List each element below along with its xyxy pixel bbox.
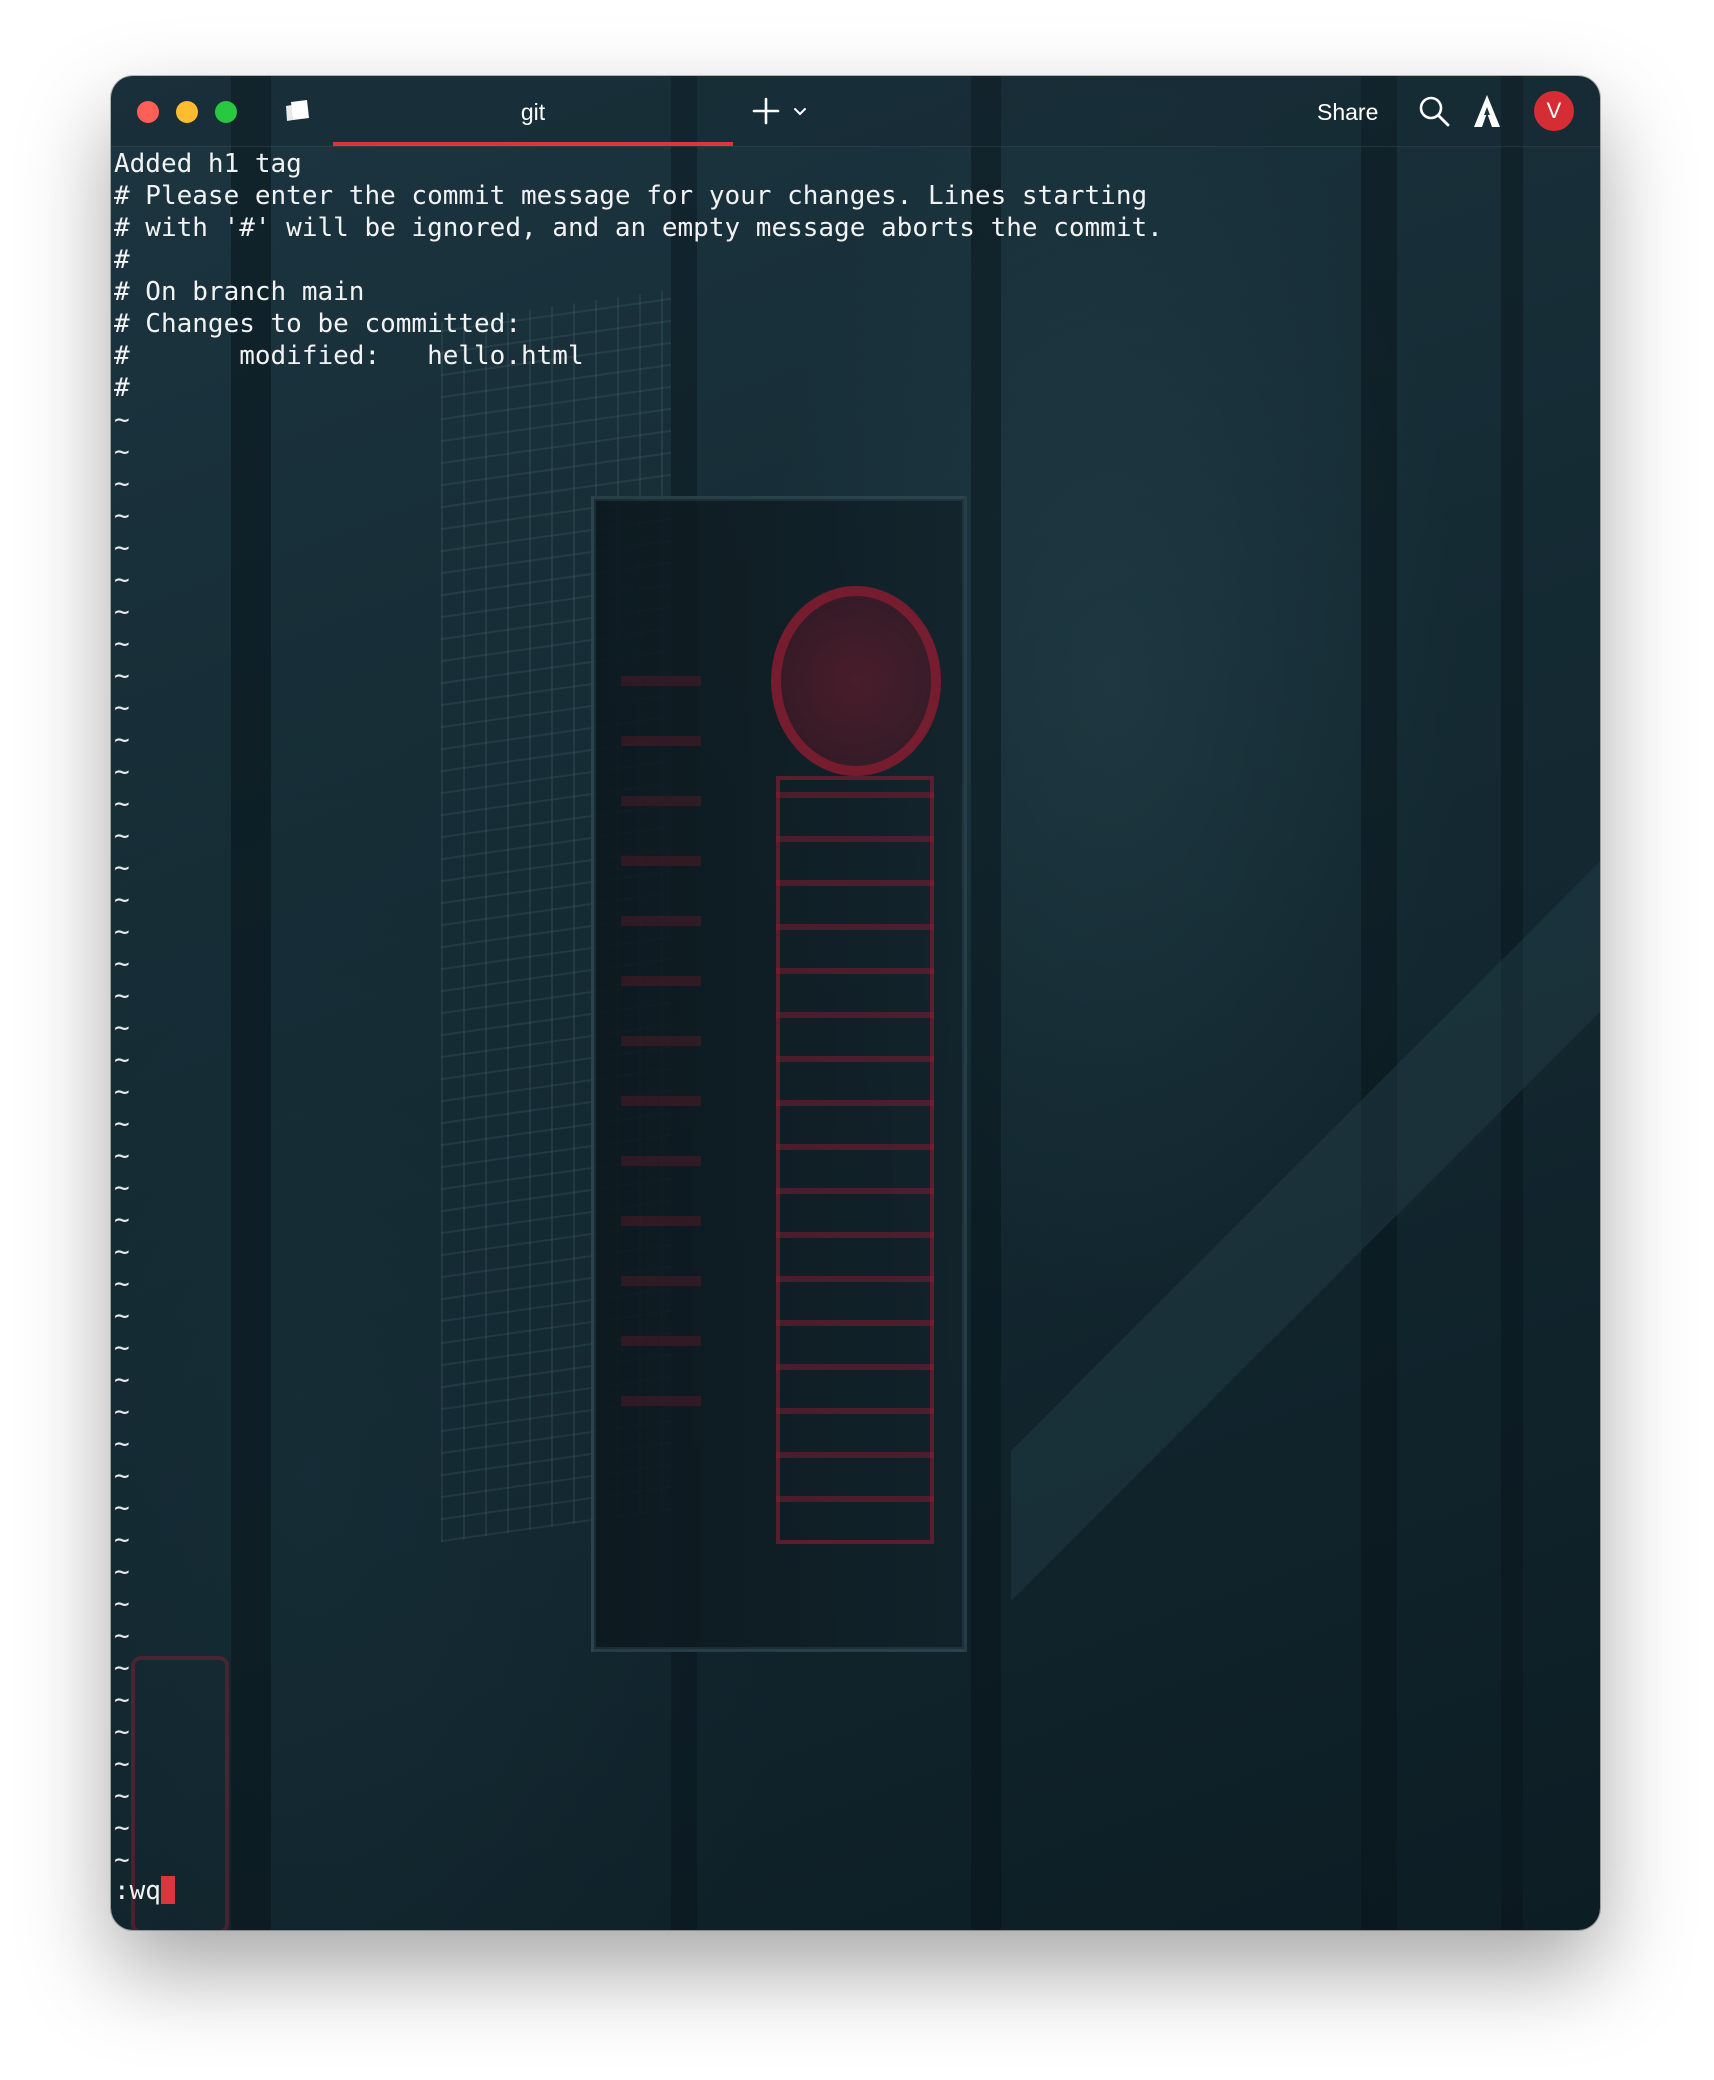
- comment-line: #: [114, 245, 130, 275]
- empty-line-marker: ~: [114, 1845, 130, 1875]
- minimize-icon[interactable]: [176, 101, 198, 123]
- empty-line-marker: ~: [114, 1813, 130, 1843]
- empty-line-marker: ~: [114, 1621, 130, 1651]
- close-icon[interactable]: [137, 101, 159, 123]
- cursor: [160, 1876, 175, 1904]
- empty-line-marker: ~: [114, 1525, 130, 1555]
- terminal-window: git Share V Added h1 tag # Please enter …: [111, 76, 1600, 1930]
- search-icon[interactable]: [1417, 94, 1451, 128]
- empty-line-marker: ~: [114, 949, 130, 979]
- avatar[interactable]: V: [1534, 91, 1574, 131]
- empty-line-marker: ~: [114, 565, 130, 595]
- comment-line: # Changes to be committed:: [114, 309, 521, 339]
- empty-line-marker: ~: [114, 1205, 130, 1235]
- empty-line-marker: ~: [114, 533, 130, 563]
- comment-line: # modified: hello.html: [114, 341, 584, 371]
- empty-line-marker: ~: [114, 1173, 130, 1203]
- title-bar: git Share V: [111, 76, 1600, 147]
- empty-line-marker: ~: [114, 437, 130, 467]
- command-text: :wq: [114, 1876, 161, 1906]
- empty-line-marker: ~: [114, 1301, 130, 1331]
- chevron-down-icon[interactable]: [791, 102, 809, 120]
- empty-line-marker: ~: [114, 1365, 130, 1395]
- empty-line-marker: ~: [114, 1461, 130, 1491]
- empty-line-marker: ~: [114, 1557, 130, 1587]
- empty-line-marker: ~: [114, 789, 130, 819]
- warp-ai-icon[interactable]: [1472, 93, 1502, 129]
- empty-line-marker: ~: [114, 469, 130, 499]
- active-tab-indicator: [333, 142, 733, 146]
- comment-line: #: [114, 373, 130, 403]
- empty-line-marker: ~: [114, 1077, 130, 1107]
- plus-icon[interactable]: [749, 94, 783, 128]
- empty-line-marker: ~: [114, 1141, 130, 1171]
- empty-line-marker: ~: [114, 1717, 130, 1747]
- empty-line-marker: ~: [114, 1749, 130, 1779]
- empty-line-marker: ~: [114, 981, 130, 1011]
- empty-line-marker: ~: [114, 1685, 130, 1715]
- maximize-icon[interactable]: [215, 101, 237, 123]
- empty-line-marker: ~: [114, 1045, 130, 1075]
- empty-line-marker: ~: [114, 1429, 130, 1459]
- empty-line-marker: ~: [114, 757, 130, 787]
- empty-line-marker: ~: [114, 661, 130, 691]
- empty-line-marker: ~: [114, 885, 130, 915]
- tab-label: git: [520, 99, 546, 125]
- comment-line: # On branch main: [114, 277, 365, 307]
- sidebar-toggle-icon[interactable]: [283, 98, 313, 124]
- empty-line-marker: ~: [114, 1013, 130, 1043]
- empty-line-marker: ~: [114, 501, 130, 531]
- command-line[interactable]: :wq: [114, 1875, 175, 1907]
- empty-line-marker: ~: [114, 1269, 130, 1299]
- editor-buffer[interactable]: Added h1 tag # Please enter the commit me…: [114, 148, 1594, 1918]
- share-button[interactable]: Share: [1309, 92, 1386, 130]
- empty-line-marker: ~: [114, 853, 130, 883]
- empty-line-marker: ~: [114, 629, 130, 659]
- empty-line-marker: ~: [114, 1109, 130, 1139]
- tab-git[interactable]: git: [333, 76, 733, 146]
- empty-line-marker: ~: [114, 597, 130, 627]
- empty-line-marker: ~: [114, 1397, 130, 1427]
- empty-line-marker: ~: [114, 405, 130, 435]
- empty-line-marker: ~: [114, 917, 130, 947]
- empty-line-marker: ~: [114, 1333, 130, 1363]
- empty-line-marker: ~: [114, 821, 130, 851]
- empty-line-marker: ~: [114, 1589, 130, 1619]
- empty-line-marker: ~: [114, 1237, 130, 1267]
- empty-line-marker: ~: [114, 693, 130, 723]
- comment-line: # with '#' will be ignored, and an empty…: [114, 213, 1163, 243]
- empty-line-marker: ~: [114, 725, 130, 755]
- commit-message-line: Added h1 tag: [114, 149, 302, 179]
- empty-line-marker: ~: [114, 1781, 130, 1811]
- empty-line-marker: ~: [114, 1653, 130, 1683]
- comment-line: # Please enter the commit message for yo…: [114, 181, 1148, 211]
- empty-line-marker: ~: [114, 1493, 130, 1523]
